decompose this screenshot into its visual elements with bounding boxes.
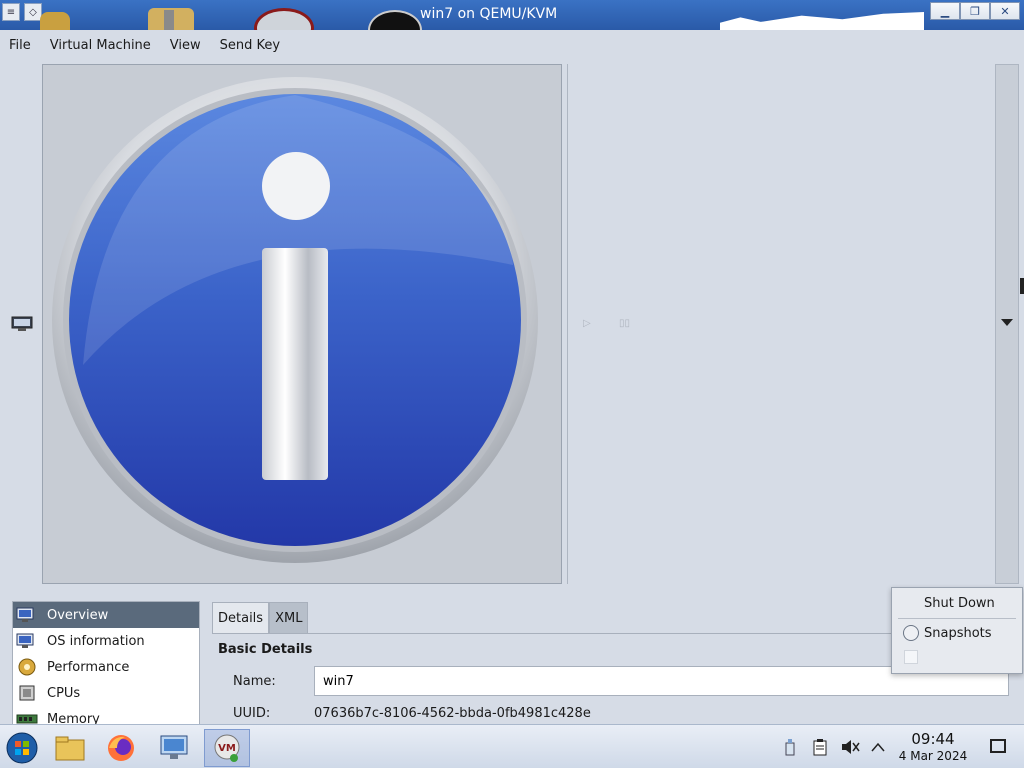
window-menu-icon[interactable]: ≡ xyxy=(2,3,20,21)
play-icon[interactable]: ▷ xyxy=(583,318,591,329)
title-bar[interactable]: ≡ ◇ win7 on QEMU/KVM ▁ ❐ ✕ xyxy=(0,0,1024,30)
close-icon: ✕ xyxy=(1000,4,1010,18)
tab-xml[interactable]: XML xyxy=(269,602,309,633)
taskbar-file-explorer[interactable] xyxy=(50,729,90,767)
blank-menu-checkbox[interactable] xyxy=(904,650,918,664)
shutdown-popup-menu: Shut Down Snapshots xyxy=(891,587,1023,674)
volume-muted-icon[interactable] xyxy=(840,737,860,757)
details-tabs: Details XML xyxy=(212,602,309,633)
shut-down-menu-item[interactable]: Shut Down xyxy=(892,596,1024,611)
overview-icon xyxy=(15,605,39,625)
maximize-button[interactable]: ❐ xyxy=(960,2,990,20)
chevron-up-icon[interactable] xyxy=(868,737,888,757)
virt-manager-icon: VM xyxy=(214,734,240,762)
start-button[interactable] xyxy=(2,729,42,767)
section-title: Basic Details xyxy=(218,642,313,657)
window-menu-buttons: ≡ ◇ xyxy=(2,3,42,21)
info-icon xyxy=(52,77,538,563)
tab-divider xyxy=(212,633,892,634)
cpu-icon xyxy=(15,683,39,703)
uuid-value: 07636b7c-8106-4562-bbda-0fb4981c428e xyxy=(314,706,591,721)
taskbar-remote-desktop[interactable] xyxy=(154,729,194,767)
window-title: win7 on QEMU/KVM xyxy=(420,6,558,22)
name-label: Name: xyxy=(233,674,276,689)
usb-icon[interactable] xyxy=(780,737,800,757)
start-orb-icon xyxy=(6,732,38,764)
maximize-icon: ❐ xyxy=(970,4,980,18)
close-button[interactable]: ✕ xyxy=(990,2,1020,20)
background-art xyxy=(40,12,70,30)
clock-date[interactable]: 4 Mar 2024 xyxy=(892,749,974,763)
show-desktop-button[interactable] xyxy=(990,739,1006,753)
menu-separator xyxy=(898,618,1016,619)
dropdown-arrow-icon[interactable] xyxy=(1001,319,1013,326)
minimize-button[interactable]: ▁ xyxy=(930,2,960,20)
window-controls: ▁ ❐ ✕ xyxy=(930,2,1020,20)
pause-icon[interactable]: ▯▯ xyxy=(619,318,630,329)
taskbar: VM 09:44 4 Mar 2024 xyxy=(0,724,1024,768)
background-art xyxy=(720,12,924,30)
nav-item-label: Performance xyxy=(47,659,130,675)
snapshots-menu-item[interactable]: Snapshots xyxy=(892,626,1024,641)
nav-item-performance[interactable]: Performance xyxy=(13,654,199,680)
tab-details[interactable]: Details xyxy=(212,602,270,633)
nav-item-label: CPUs xyxy=(47,685,81,701)
background-art xyxy=(254,8,314,30)
uuid-label: UUID: xyxy=(233,706,271,721)
background-art xyxy=(148,8,194,30)
menu-bar: File Virtual Machine View Send Key xyxy=(0,30,1024,60)
pane-separator[interactable] xyxy=(567,64,568,584)
minimize-icon: ▁ xyxy=(940,4,950,18)
nav-item-overview[interactable]: Overview xyxy=(13,602,199,628)
remote-desktop-icon xyxy=(160,735,188,759)
svg-text:VM: VM xyxy=(218,743,236,754)
hardware-list: Overview OS information Performance CPUs… xyxy=(12,601,200,731)
vm-console[interactable] xyxy=(42,64,562,584)
monitor-icon[interactable] xyxy=(11,316,33,332)
menu-view[interactable]: View xyxy=(170,38,201,53)
menu-file[interactable]: File xyxy=(9,38,31,53)
taskbar-firefox[interactable] xyxy=(101,729,141,767)
os-info-icon xyxy=(15,631,39,651)
resize-handle[interactable] xyxy=(1020,278,1024,294)
nav-item-label: Overview xyxy=(47,607,109,623)
menu-send-key[interactable]: Send Key xyxy=(220,38,280,53)
nav-item-cpus[interactable]: CPUs xyxy=(13,680,199,706)
nav-item-os-information[interactable]: OS information xyxy=(13,628,199,654)
clock-time[interactable]: 09:44 xyxy=(898,730,968,748)
file-explorer-icon xyxy=(55,736,85,761)
menu-virtual-machine[interactable]: Virtual Machine xyxy=(50,38,151,53)
background-art xyxy=(368,10,422,30)
nav-item-label: OS information xyxy=(47,633,145,649)
performance-icon xyxy=(15,657,39,677)
clipboard-icon[interactable] xyxy=(810,737,830,757)
taskbar-virt-manager[interactable]: VM xyxy=(204,729,250,767)
firefox-icon xyxy=(108,735,134,761)
